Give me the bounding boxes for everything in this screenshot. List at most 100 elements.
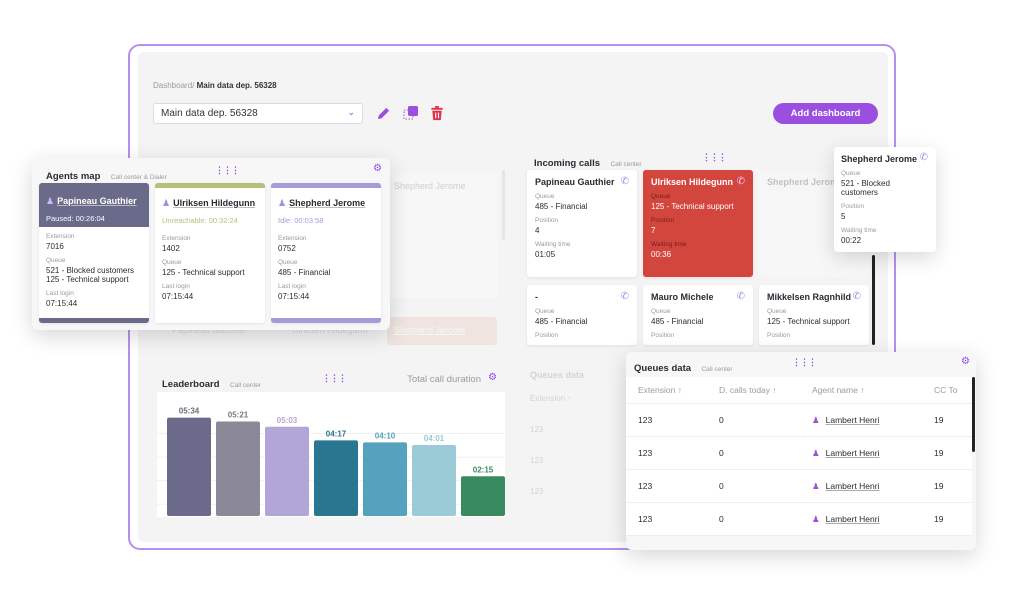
column-header-extension[interactable]: Extension ↑: [626, 385, 719, 395]
waiting-label: Waiting time: [841, 227, 877, 234]
table-row[interactable]: 123 0 ♟ Lambert Henri 19: [626, 470, 972, 503]
extension-label: Extension: [46, 233, 75, 240]
last-login-value: 07:15:44: [46, 299, 78, 308]
position-label: Position: [767, 332, 791, 339]
cell-cc: 19: [934, 481, 944, 491]
person-icon: ♟: [46, 196, 55, 206]
call-card[interactable]: Mauro Michele ✆ Queue 485 - Financial Po…: [643, 285, 753, 345]
position-label: Position: [535, 332, 559, 339]
duplicate-icon: [403, 106, 418, 120]
drag-handle-icon[interactable]: ⋮⋮⋮: [322, 373, 347, 384]
waiting-value: 01:05: [535, 250, 556, 259]
gear-icon[interactable]: ⚙: [488, 372, 497, 383]
table-header: Extension ↑ D. calls today ↑ Agent name …: [626, 377, 972, 404]
dashboard-select[interactable]: Main data dep. 56328 ⌄: [153, 103, 363, 124]
last-login-value: 07:15:44: [162, 292, 194, 301]
breadcrumb-root[interactable]: Dashboard/: [153, 81, 194, 90]
bar[interactable]: [167, 417, 211, 516]
bar-label: 02:15: [473, 465, 494, 474]
trash-icon: [431, 105, 443, 120]
call-card[interactable]: Mikkelsen Ragnhild ✆ Queue 125 - Technic…: [759, 285, 869, 345]
table-row[interactable]: 123 0 ♟ Lambert Henri 19: [626, 437, 972, 470]
agents-map-widget: Agents map Call center & Dialer ⋮⋮⋮ ⚙ ♟ P…: [32, 158, 390, 330]
agent-link[interactable]: Lambert Henri: [826, 514, 880, 524]
cell-cc: 19: [934, 415, 944, 425]
agent-link[interactable]: Lambert Henri: [826, 448, 880, 458]
queue-label: Queue: [651, 193, 671, 200]
call-card-alert[interactable]: Ulriksen Hildegunn ✆ Queue 125 - Technic…: [643, 170, 753, 277]
call-card[interactable]: - ✆ Queue 485 - Financial Position: [527, 285, 637, 345]
queue-value: 485 - Financial: [278, 268, 331, 277]
metric-selector[interactable]: Total call duration: [407, 374, 481, 385]
agent-card[interactable]: ♟ Ulriksen Hildegunn Unreachable: 00:32:2…: [155, 183, 265, 323]
bar[interactable]: [216, 421, 260, 516]
bar-label: 04:01: [424, 434, 445, 443]
person-icon: ♟: [812, 480, 820, 491]
drag-handle-icon[interactable]: ⋮⋮⋮: [702, 152, 727, 163]
column-header-agent[interactable]: Agent name ↑: [812, 385, 934, 395]
call-card-popup[interactable]: Shepherd Jerome ✆ Queue 521 - Blocked cu…: [834, 147, 936, 252]
last-login-label: Last login: [46, 290, 74, 297]
add-dashboard-button[interactable]: Add dashboard: [773, 103, 878, 124]
breadcrumb-current: Main data dep. 56328: [196, 81, 277, 90]
column-header-calls[interactable]: D. calls today ↑: [719, 385, 812, 395]
agent-name-link[interactable]: Papineau Gauthier: [57, 196, 137, 206]
ghost-value: 123: [530, 425, 544, 434]
column-header-cc[interactable]: CC To: [934, 385, 972, 395]
delete-button[interactable]: [428, 104, 446, 122]
cell-extension: 123: [638, 415, 653, 425]
duplicate-button[interactable]: [402, 104, 420, 122]
last-login-label: Last login: [162, 283, 190, 290]
queue-value: 485 - Financial: [535, 202, 588, 211]
agent-status: Unreachable: 00:32:24: [162, 216, 238, 225]
chevron-down-icon: ⌄: [347, 107, 355, 117]
ghost-title: Queues data: [530, 370, 585, 380]
edit-button[interactable]: [374, 104, 392, 122]
cell-calls: 0: [719, 415, 724, 425]
widget-subtitle: Call center: [610, 161, 642, 168]
agent-link[interactable]: Lambert Henri: [826, 481, 880, 491]
agent-link[interactable]: Lambert Henri: [826, 415, 880, 425]
agent-card[interactable]: ♟ Shepherd Jerome Idle: 00:03:58 Extensio…: [271, 183, 381, 323]
widget-title: Incoming calls: [534, 158, 600, 169]
scrollbar[interactable]: [502, 170, 505, 240]
table-row[interactable]: 123 0 ♟ Lambert Henri 19: [626, 404, 972, 437]
queue-label: Queue: [535, 308, 555, 315]
bar[interactable]: [461, 476, 505, 516]
drag-handle-icon[interactable]: ⋮⋮⋮: [215, 165, 240, 176]
gear-icon[interactable]: ⚙: [961, 356, 970, 367]
bar[interactable]: [265, 426, 309, 516]
table-row[interactable]: 123 0 ♟ Lambert Henri 19: [626, 503, 972, 536]
ghost-column: Extension ↑: [530, 394, 572, 403]
position-label: Position: [535, 217, 559, 224]
queue-value: 125 - Technical support: [46, 275, 129, 284]
phone-incoming-icon: ✆: [736, 291, 745, 302]
queue-label: Queue: [651, 308, 671, 315]
caller-name: Ulriksen Hildegunn: [651, 177, 734, 187]
phone-incoming-icon: ✆: [620, 291, 629, 302]
last-login-label: Last login: [278, 283, 306, 290]
ghost-agent-name: Shepherd Jerome: [394, 181, 466, 191]
person-icon: ♟: [162, 198, 171, 208]
scrollbar[interactable]: [972, 377, 975, 452]
widget-header: Queues data Call center: [634, 358, 733, 376]
status-bar: [271, 318, 381, 323]
agent-status: Idle: 00:03:58: [278, 216, 324, 225]
scrollbar[interactable]: [872, 255, 875, 345]
person-icon: ♟: [812, 513, 820, 524]
queue-value: 521 - Blocked customers: [46, 266, 135, 275]
agent-name-link[interactable]: Ulriksen Hildegunn: [173, 198, 255, 208]
bar[interactable]: [314, 440, 358, 516]
widget-title: Queues data: [634, 363, 692, 374]
bar[interactable]: [412, 445, 456, 516]
widget-header: Leaderboard Call center: [162, 374, 261, 392]
call-card[interactable]: Papineau Gauthier ✆ Queue 485 - Financia…: [527, 170, 637, 277]
cell-extension: 123: [638, 481, 653, 491]
agent-card[interactable]: ♟ Papineau Gauthier Paused: 00:26:04 Exte…: [39, 183, 149, 323]
caller-name: -: [535, 292, 538, 302]
bar[interactable]: [363, 442, 407, 516]
gear-icon[interactable]: ⚙: [373, 163, 382, 174]
agent-name-link[interactable]: Shepherd Jerome: [289, 198, 365, 208]
drag-handle-icon[interactable]: ⋮⋮⋮: [792, 357, 817, 368]
widget-header: Agents map Call center & Dialer: [46, 166, 167, 184]
